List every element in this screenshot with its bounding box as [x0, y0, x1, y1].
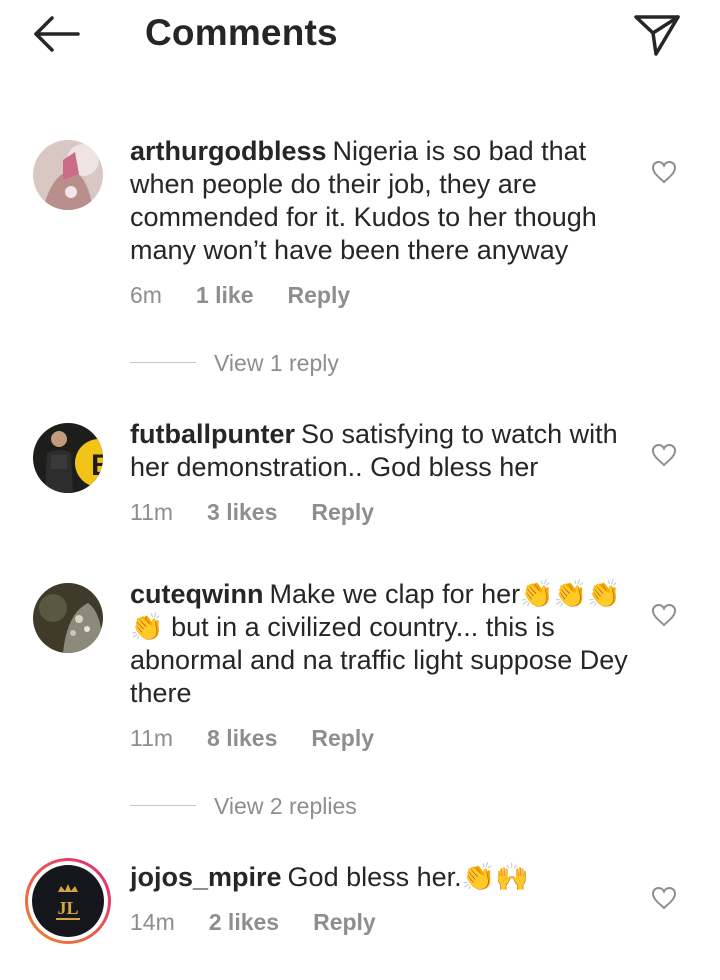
svg-text:B: B [91, 449, 103, 482]
comment-meta: 6m 1 like Reply [130, 282, 384, 309]
like-button[interactable] [651, 603, 677, 627]
divider-line [130, 362, 196, 364]
likes-count[interactable]: 2 likes [209, 909, 279, 935]
heart-icon [651, 603, 677, 627]
comment-meta: 14m 2 likes Reply [130, 909, 410, 936]
comment-body: God bless her.👏🙌 [287, 862, 529, 892]
comment-username[interactable]: jojos_mpire [130, 862, 282, 892]
heart-icon [651, 160, 677, 184]
paper-plane-icon [634, 15, 680, 56]
likes-count[interactable]: 8 likes [207, 725, 277, 751]
back-button[interactable] [30, 14, 82, 54]
view-replies-button[interactable]: View 2 replies [130, 793, 357, 820]
comment-time: 11m [130, 499, 174, 525]
likes-count[interactable]: 3 likes [207, 499, 277, 525]
like-button[interactable] [651, 443, 677, 467]
comment-time: 6m [130, 282, 162, 308]
comment-text: futballpunter So satisfying to watch with… [130, 418, 630, 484]
reply-button[interactable]: Reply [311, 499, 374, 525]
comment-meta: 11m 3 likes Reply [130, 499, 408, 526]
reply-button[interactable]: Reply [313, 909, 376, 935]
avatar[interactable]: B [33, 423, 103, 493]
comment-text: jojos_mpire God bless her.👏🙌 [130, 861, 630, 894]
comment-time: 11m [130, 725, 174, 751]
comment-text: arthurgodbless Nigeria is so bad that whe… [130, 135, 630, 267]
view-replies-label: View 1 reply [214, 350, 339, 376]
view-replies-label: View 2 replies [214, 793, 357, 819]
avatar-story-ring[interactable]: JL [25, 858, 111, 944]
comment-username[interactable]: arthurgodbless [130, 136, 327, 166]
reply-button[interactable]: Reply [311, 725, 374, 751]
comment-meta: 11m 8 likes Reply [130, 725, 408, 752]
svg-text:JL: JL [57, 898, 78, 918]
likes-count[interactable]: 1 like [196, 282, 254, 308]
share-button[interactable] [632, 12, 682, 58]
view-replies-button[interactable]: View 1 reply [130, 350, 339, 377]
comment-text: cuteqwinn Make we clap for her👏👏👏👏 but in… [130, 578, 630, 710]
comment-time: 14m [130, 909, 175, 935]
header-bar: Comments [0, 0, 720, 80]
divider-line [130, 805, 196, 807]
reply-button[interactable]: Reply [288, 282, 351, 308]
heart-icon [651, 443, 677, 467]
like-button[interactable] [651, 160, 677, 184]
comment-username[interactable]: cuteqwinn [130, 579, 264, 609]
avatar[interactable] [33, 583, 103, 653]
heart-icon [651, 886, 677, 910]
comment-username[interactable]: futballpunter [130, 419, 295, 449]
avatar[interactable] [33, 140, 103, 210]
like-button[interactable] [651, 886, 677, 910]
page-title: Comments [145, 12, 338, 53]
arrow-left-icon [34, 16, 80, 52]
